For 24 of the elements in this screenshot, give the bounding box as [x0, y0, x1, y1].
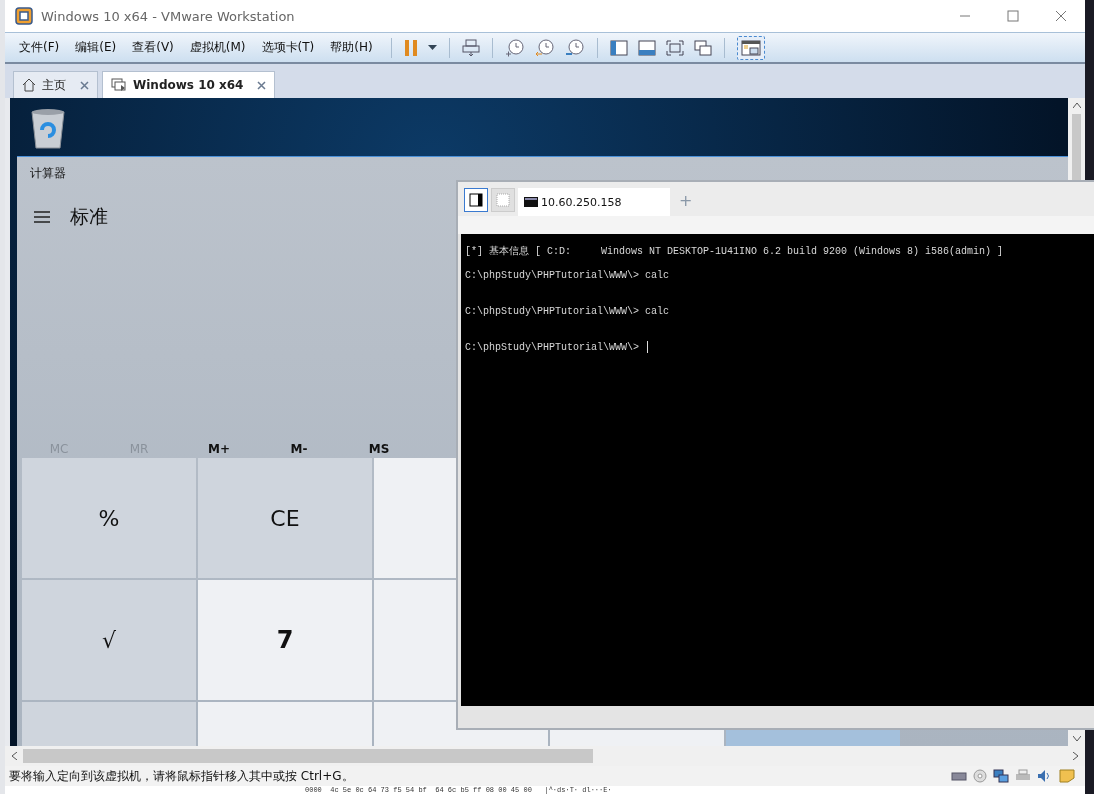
memory-button[interactable]: MS [339, 442, 419, 456]
menu-item[interactable]: 帮助(H) [330, 39, 373, 56]
key-button[interactable]: √ [22, 580, 196, 700]
key-button[interactable]: CE [198, 458, 372, 578]
menu-item[interactable]: 选项卡(T) [261, 39, 315, 56]
menu-item[interactable]: 编辑(E) [75, 39, 117, 56]
tab[interactable]: 10.60.250.158 [518, 188, 670, 216]
tab[interactable]: 主页 [13, 71, 98, 98]
window-title: Windows 10 x64 - VMware Workstation [41, 8, 295, 24]
mode-title: 标准 [70, 204, 108, 229]
tab[interactable]: Windows 10 x64 [102, 71, 276, 98]
console-line: C:\phpStudy\PHPTutorial\WWW\> calc [465, 269, 670, 281]
memory-button[interactable]: M+ [179, 442, 259, 456]
key-button[interactable]: 7 [198, 580, 372, 700]
status-message: 要将输入定向到该虚拟机，请将鼠标指针移入其中或按 Ctrl+G。 [9, 767, 354, 785]
console-line: [*] 基本信息 [ C:D: Windows NT DESKTOP-1U41INO 6.2 build 9200 (Windows 8) i586(admin) ] [465, 245, 1004, 258]
key-button[interactable]: % [22, 458, 196, 578]
menu-item[interactable]: 查看(V) [132, 39, 174, 56]
menu-item[interactable]: 虚拟机(M) [189, 39, 246, 56]
menu-item[interactable]: 文件(F) [19, 39, 60, 56]
app-title: 计算器 [30, 165, 66, 182]
console-line: C:\phpStudy\PHPTutorial\WWW\> [465, 341, 641, 353]
console-line: C:\phpStudy\PHPTutorial\WWW\> calc [465, 305, 670, 317]
memory-button[interactable]: M- [259, 442, 339, 456]
